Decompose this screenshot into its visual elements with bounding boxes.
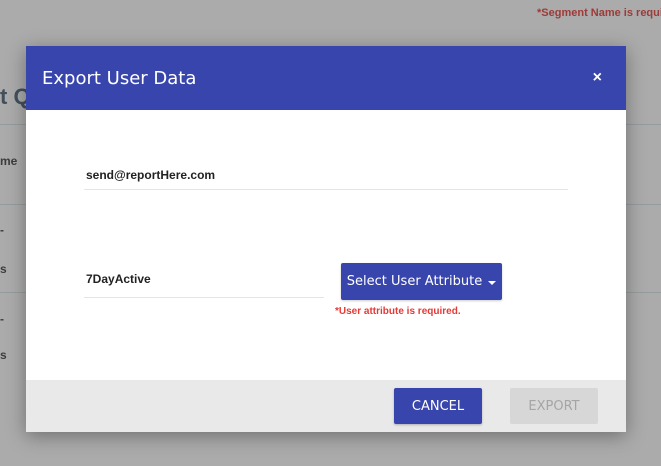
- dialog-title: Export User Data: [42, 67, 197, 89]
- export-button[interactable]: EXPORT: [510, 388, 598, 424]
- segment-name-input[interactable]: [84, 264, 324, 294]
- segment-field: [84, 264, 324, 298]
- caret-down-icon: [488, 280, 497, 285]
- user-attribute-error: *User attribute is required.: [335, 306, 461, 317]
- select-user-attribute-button[interactable]: Select User Attribute: [341, 263, 502, 300]
- export-user-data-dialog: Export User Data × Select User Attribute…: [26, 46, 626, 432]
- cancel-button[interactable]: CANCEL: [394, 388, 482, 424]
- email-field: [84, 166, 568, 190]
- select-user-attribute-label: Select User Attribute: [346, 274, 483, 289]
- dialog-footer: CANCEL EXPORT: [26, 380, 626, 432]
- dialog-header: Export User Data ×: [26, 46, 626, 110]
- email-input[interactable]: [84, 168, 568, 182]
- close-icon[interactable]: ×: [593, 70, 602, 86]
